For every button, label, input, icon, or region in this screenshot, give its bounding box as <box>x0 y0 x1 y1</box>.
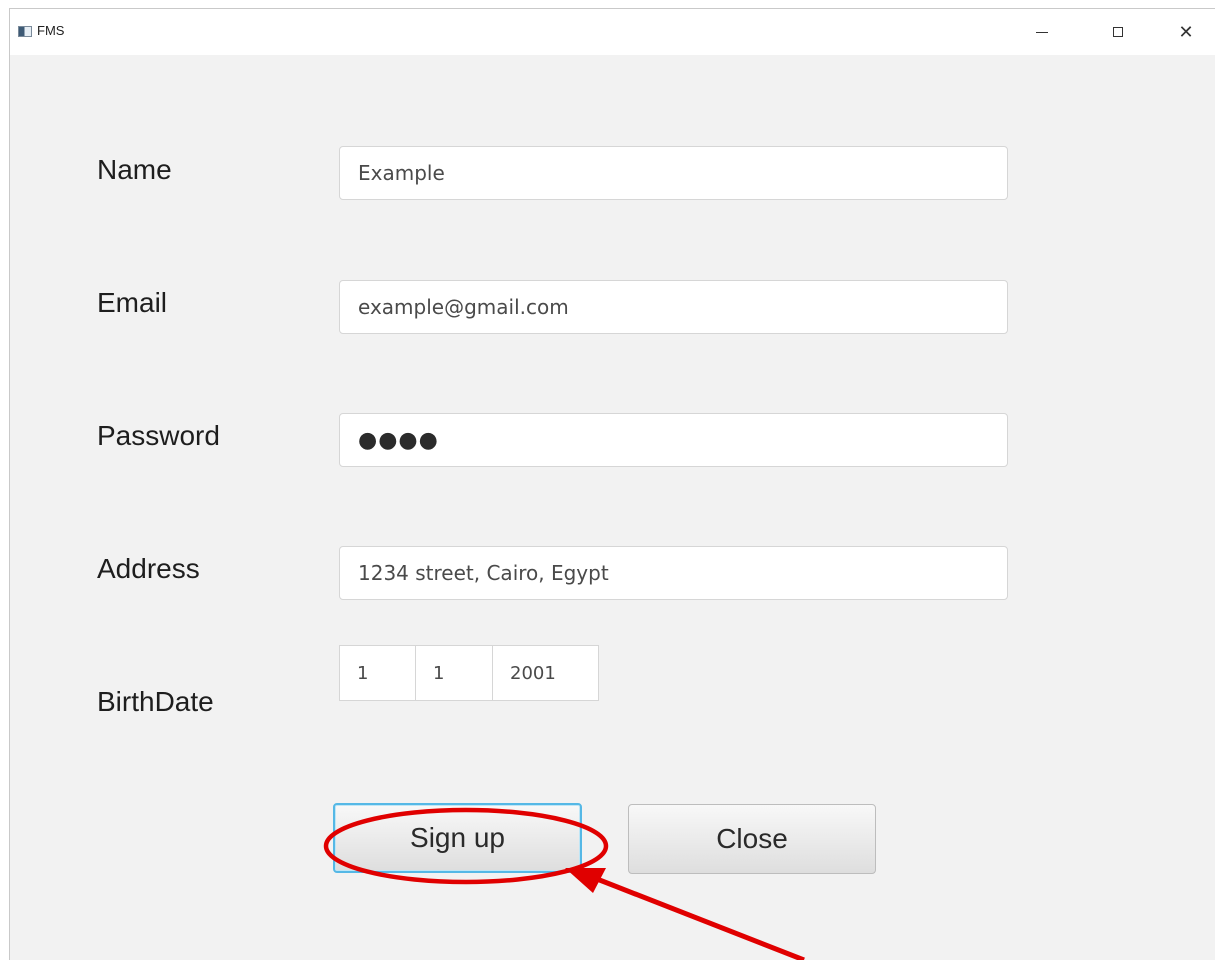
birth-month-field[interactable]: 1 <box>415 645 493 701</box>
birthdate-label: BirthDate <box>97 686 214 717</box>
window-title: FMS <box>37 23 65 38</box>
name-field[interactable]: Example <box>339 146 1008 200</box>
signup-button[interactable]: Sign up <box>333 803 582 873</box>
password-field[interactable]: ●●●● <box>339 413 1008 467</box>
birth-year-field[interactable]: 2001 <box>492 645 599 701</box>
close-window-button[interactable]: ✕ <box>1156 9 1215 55</box>
minimize-icon <box>1036 31 1048 33</box>
title-bar[interactable]: FMS ✕ <box>10 9 1215 55</box>
address-label: Address <box>97 553 200 584</box>
app-window-icon <box>18 26 32 37</box>
minimize-button[interactable] <box>1012 9 1072 55</box>
close-button[interactable]: Close <box>628 804 876 874</box>
email-label: Email <box>97 287 168 318</box>
birth-day-field[interactable]: 1 <box>339 645 416 701</box>
address-field[interactable]: 1234 street, Cairo, Egypt <box>339 546 1008 600</box>
maximize-button[interactable] <box>1088 9 1148 55</box>
close-icon: ✕ <box>1178 21 1194 42</box>
maximize-icon <box>1113 27 1123 37</box>
email-field[interactable]: example@gmail.com <box>339 280 1008 334</box>
password-label: Password <box>97 420 220 451</box>
name-label: Name <box>97 154 172 185</box>
